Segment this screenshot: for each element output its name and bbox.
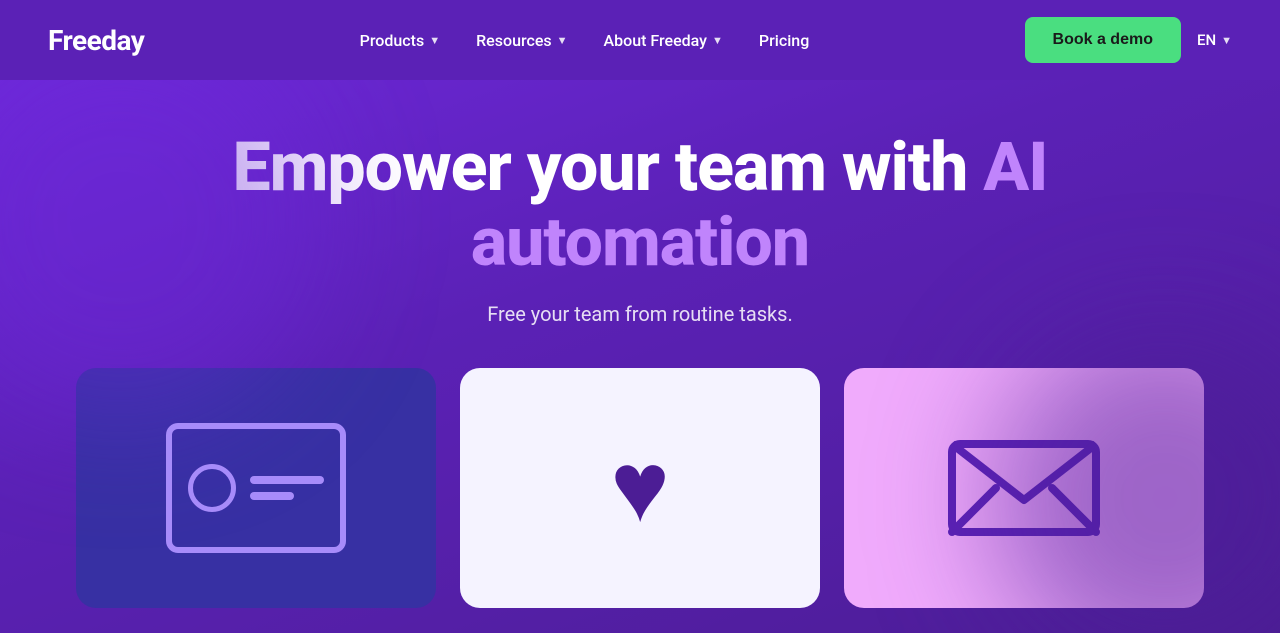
envelope-icon <box>944 428 1104 548</box>
id-card-icon-wrapper <box>76 368 436 608</box>
id-line-2 <box>250 492 294 500</box>
headline-part1: Empower your team with <box>233 127 984 207</box>
headline-ai: AI <box>983 127 1047 207</box>
nav-resources-label: Resources <box>476 31 552 50</box>
nav-links: Products ▼ Resources ▼ About Freeday ▼ P… <box>346 21 824 60</box>
hero-headline: Empower your team with AI automation <box>233 130 1048 280</box>
headline-automation: automation <box>471 202 809 282</box>
nav-item-about[interactable]: About Freeday ▼ <box>590 21 737 60</box>
language-label: EN <box>1197 31 1216 49</box>
language-selector[interactable]: EN ▼ <box>1197 31 1232 49</box>
nav-about-label: About Freeday <box>604 31 708 50</box>
chevron-down-icon: ▼ <box>712 34 723 47</box>
chevron-down-icon: ▼ <box>429 34 440 47</box>
nav-item-pricing[interactable]: Pricing <box>745 21 823 60</box>
logo-text: Freeday <box>48 24 144 57</box>
nav-pricing-label: Pricing <box>759 31 809 50</box>
chevron-down-icon: ▼ <box>557 34 568 47</box>
feature-card-heart[interactable]: ♥ <box>460 368 820 608</box>
nav-item-products[interactable]: Products ▼ <box>346 21 454 60</box>
chevron-down-icon: ▼ <box>1221 34 1232 47</box>
logo[interactable]: Freeday <box>48 24 144 57</box>
feature-card-email[interactable] <box>844 368 1204 608</box>
id-lines <box>250 476 324 500</box>
feature-card-id[interactable] <box>76 368 436 608</box>
hero-subtitle: Free your team from routine tasks. <box>487 302 793 326</box>
heart-icon: ♥ <box>610 438 669 538</box>
feature-cards: ♥ <box>76 368 1204 608</box>
nav-item-resources[interactable]: Resources ▼ <box>462 21 581 60</box>
nav-products-label: Products <box>360 31 425 50</box>
hero-section: Empower your team with AI automation Fre… <box>0 80 1280 633</box>
nav-right: Book a demo EN ▼ <box>1025 17 1232 63</box>
id-circle <box>188 464 236 512</box>
navbar: Freeday Products ▼ Resources ▼ About Fre… <box>0 0 1280 80</box>
envelope-icon-wrapper <box>844 368 1204 608</box>
id-line-1 <box>250 476 324 484</box>
id-card-icon <box>166 423 346 553</box>
heart-icon-wrapper: ♥ <box>460 368 820 608</box>
book-demo-button[interactable]: Book a demo <box>1025 17 1181 63</box>
